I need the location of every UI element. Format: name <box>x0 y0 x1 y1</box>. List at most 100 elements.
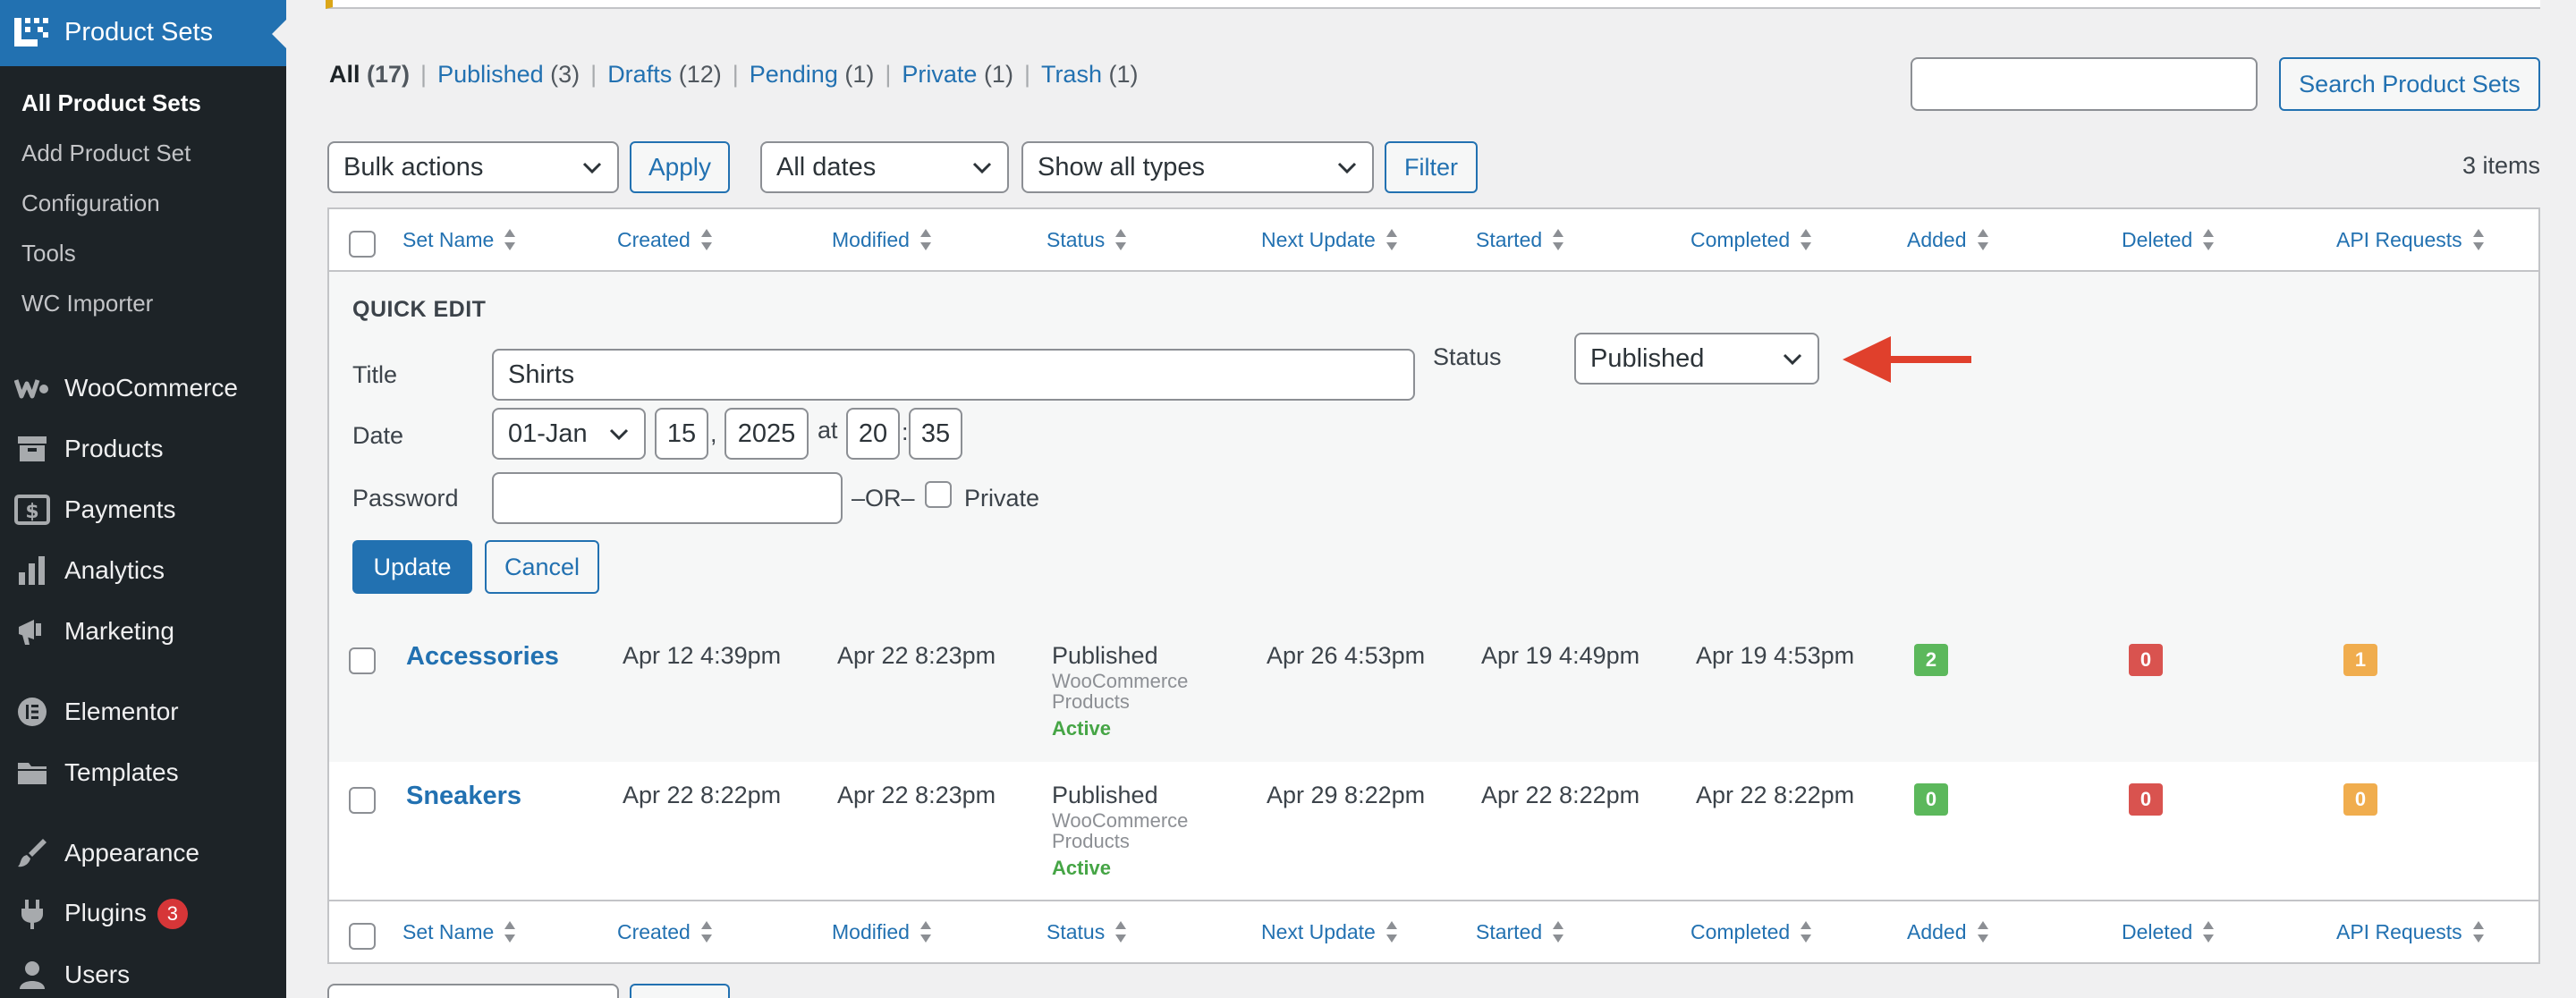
column-header-started[interactable]: Started <box>1476 227 1565 252</box>
select-all-checkbox[interactable] <box>349 923 376 950</box>
status-select[interactable]: Published <box>1574 333 1819 385</box>
hour-input[interactable]: 20 <box>846 408 900 460</box>
column-label: Completed <box>1690 919 1791 943</box>
search-product-sets-button[interactable]: Search Product Sets <box>2279 57 2540 111</box>
column-header-started[interactable]: Started <box>1476 919 1565 944</box>
apply-button-bottom[interactable] <box>630 984 730 998</box>
product-sets-icon <box>14 18 48 47</box>
set-name-link[interactable]: Sneakers <box>406 782 521 811</box>
next-update-cell: Apr 26 4:53pm <box>1267 642 1426 669</box>
row-checkbox[interactable] <box>349 647 376 674</box>
megaphone-icon <box>14 613 50 649</box>
bulk-actions-select-bottom[interactable] <box>327 984 619 998</box>
view-count: (12) <box>678 61 722 88</box>
annotation-arrow-icon <box>1843 336 1971 383</box>
sort-icon <box>1115 229 1127 250</box>
column-header-set-name[interactable]: Set Name <box>402 919 517 944</box>
sidebar-item-appearance[interactable]: Appearance <box>0 826 286 880</box>
select-value: Published <box>1590 343 1705 373</box>
sort-icon <box>2472 229 2484 250</box>
title-input[interactable]: Shirts <box>492 349 1415 401</box>
column-header-next-update[interactable]: Next Update <box>1261 227 1399 252</box>
column-header-created[interactable]: Created <box>617 227 714 252</box>
year-input[interactable]: 2025 <box>724 408 809 460</box>
column-header-set-name[interactable]: Set Name <box>402 227 517 252</box>
view-trash-link[interactable]: Trash (1) <box>1041 61 1139 88</box>
sidebar-item-elementor[interactable]: Elementor <box>0 685 286 739</box>
folder-icon <box>14 755 50 791</box>
column-label: Next Update <box>1261 919 1376 943</box>
submenu-configuration[interactable]: Configuration <box>21 190 160 217</box>
view-count: (1) <box>1108 61 1139 88</box>
bulk-actions-select[interactable]: Bulk actions <box>327 141 619 193</box>
column-header-modified[interactable]: Modified <box>832 227 933 252</box>
filter-button[interactable]: Filter <box>1385 141 1478 193</box>
submenu-all-product-sets[interactable]: All Product Sets <box>21 89 201 117</box>
view-all-link[interactable]: All (17) <box>329 61 410 88</box>
minute-input[interactable]: 35 <box>909 408 962 460</box>
status-source: WooCommerce Products <box>1052 671 1188 712</box>
day-input[interactable]: 15 <box>655 408 708 460</box>
quick-edit-panel: QUICK EDIT Title Shirts Status Published… <box>329 272 2538 622</box>
column-header-created[interactable]: Created <box>617 919 714 944</box>
column-header-completed[interactable]: Completed <box>1690 227 1813 252</box>
select-all-checkbox[interactable] <box>349 231 376 258</box>
column-header-deleted[interactable]: Deleted <box>2122 227 2216 252</box>
update-button[interactable]: Update <box>352 540 472 594</box>
sidebar-item-marketing[interactable]: Marketing <box>0 605 286 658</box>
view-drafts-link[interactable]: Drafts (12) <box>607 61 722 88</box>
sort-icon <box>700 921 712 943</box>
column-label: Added <box>1907 919 1967 943</box>
deleted-badge: 0 <box>2129 644 2163 676</box>
submenu-add-product-set[interactable]: Add Product Set <box>21 140 191 167</box>
column-header-modified[interactable]: Modified <box>832 919 933 944</box>
sidebar-item-analytics[interactable]: Analytics <box>0 544 286 597</box>
column-header-completed[interactable]: Completed <box>1690 919 1813 944</box>
column-header-added[interactable]: Added <box>1907 227 1990 252</box>
svg-text:$: $ <box>25 501 38 523</box>
submenu-tools[interactable]: Tools <box>21 240 76 267</box>
sidebar-item-users[interactable]: Users <box>0 948 286 998</box>
search-input[interactable] <box>1911 57 2258 111</box>
column-header-added[interactable]: Added <box>1907 919 1990 944</box>
view-private-link[interactable]: Private (1) <box>902 61 1013 88</box>
sidebar-item-products[interactable]: Products <box>0 422 286 476</box>
sidebar-item-product-sets[interactable]: Product Sets <box>0 0 286 66</box>
column-header-api-requests[interactable]: API Requests <box>2336 227 2486 252</box>
row-checkbox[interactable] <box>349 787 376 814</box>
view-published-link[interactable]: Published (3) <box>437 61 580 88</box>
created-cell: Apr 22 8:22pm <box>623 782 782 808</box>
sidebar-item-label: Marketing <box>64 617 174 645</box>
column-header-deleted[interactable]: Deleted <box>2122 919 2216 944</box>
deleted-badge: 0 <box>2129 783 2163 816</box>
view-count: (1) <box>844 61 875 88</box>
column-label: Started <box>1476 227 1543 251</box>
password-input[interactable] <box>492 472 843 524</box>
date-filter-select[interactable]: All dates <box>760 141 1009 193</box>
column-header-status[interactable]: Status <box>1046 919 1128 944</box>
month-select[interactable]: 01-Jan <box>492 408 646 460</box>
sidebar-item-payments[interactable]: $ Payments <box>0 483 286 537</box>
column-header-status[interactable]: Status <box>1046 227 1128 252</box>
sort-icon <box>1801 229 1812 250</box>
submenu-wc-importer[interactable]: WC Importer <box>21 290 153 317</box>
private-checkbox[interactable] <box>925 481 952 508</box>
sort-icon <box>1801 921 1812 943</box>
column-header-api-requests[interactable]: API Requests <box>2336 919 2486 944</box>
sidebar-item-plugins[interactable]: Plugins 3 <box>0 887 286 941</box>
or-separator: –OR– <box>852 485 915 512</box>
sort-icon <box>1553 921 1564 943</box>
select-value: 01-Jan <box>508 419 588 448</box>
cancel-button[interactable]: Cancel <box>485 540 599 594</box>
column-header-next-update[interactable]: Next Update <box>1261 919 1399 944</box>
set-name-link[interactable]: Accessories <box>406 642 559 672</box>
apply-button[interactable]: Apply <box>630 141 730 193</box>
modified-cell: Apr 22 8:23pm <box>837 642 996 669</box>
sidebar-item-label: Payments <box>64 495 176 523</box>
type-filter-select[interactable]: Show all types <box>1021 141 1374 193</box>
sidebar-item-templates[interactable]: Templates <box>0 746 286 799</box>
select-value: Bulk actions <box>343 152 484 182</box>
sidebar-item-woocommerce[interactable]: WooCommerce <box>0 361 286 415</box>
view-pending-link[interactable]: Pending (1) <box>750 61 875 88</box>
chevron-down-icon <box>582 162 602 174</box>
